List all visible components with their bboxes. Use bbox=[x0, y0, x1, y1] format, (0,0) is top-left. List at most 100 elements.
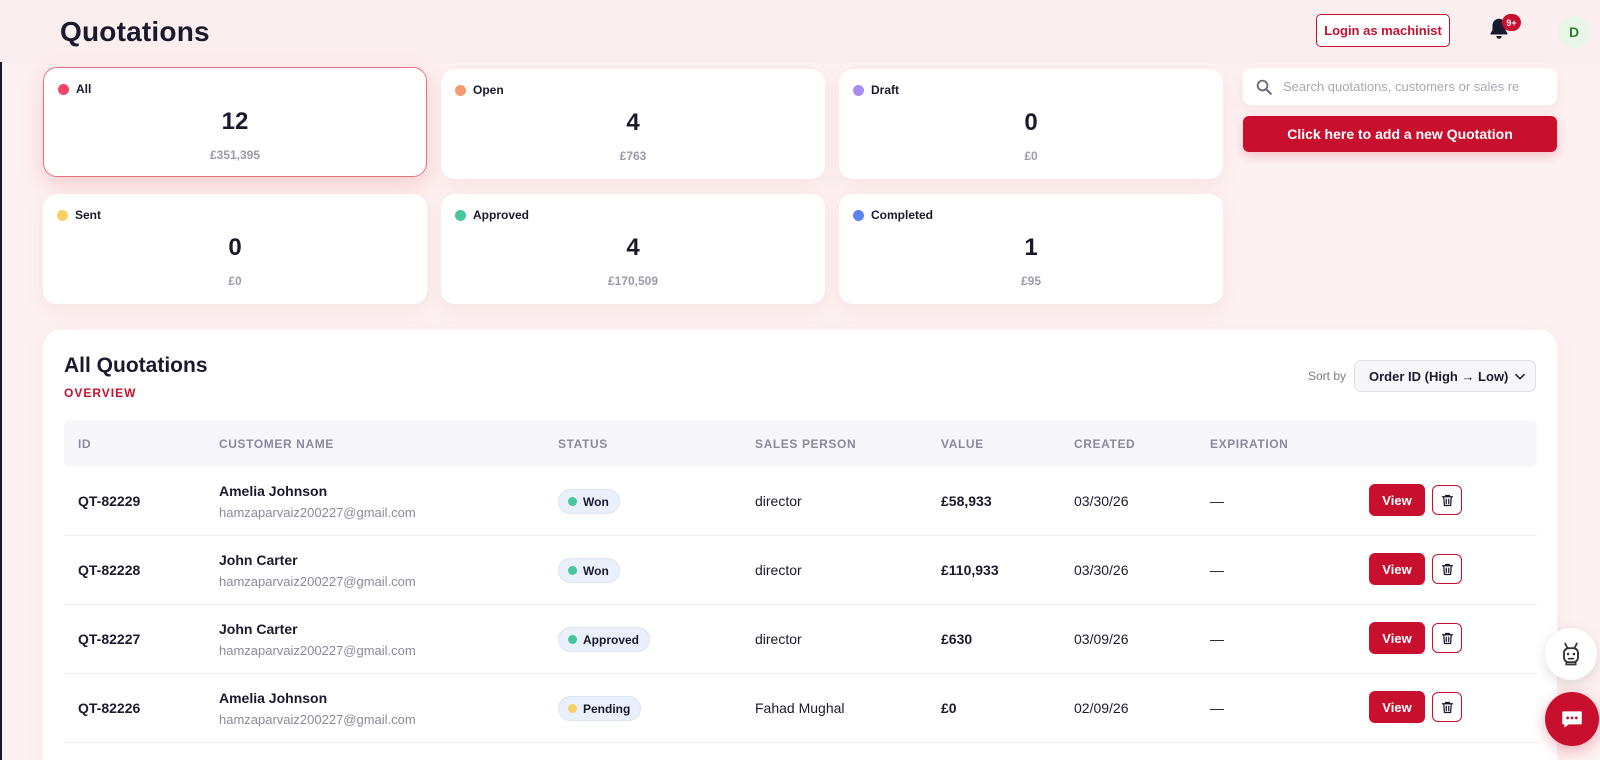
expiration-date: — bbox=[1210, 493, 1224, 509]
stat-card-completed[interactable]: Completed 1 £95 bbox=[839, 194, 1223, 304]
status-badge: Pending bbox=[558, 696, 642, 721]
customer-email: hamzaparvaiz200227@gmail.com bbox=[219, 574, 416, 589]
stat-card-all[interactable]: All 12 £351,395 bbox=[43, 67, 427, 177]
delete-button[interactable] bbox=[1432, 554, 1462, 584]
view-button[interactable]: View bbox=[1369, 691, 1425, 723]
customer-name: Amelia Johnson bbox=[219, 483, 328, 499]
table-row: QT-82229 Amelia Johnson hamzaparvaiz2002… bbox=[64, 467, 1537, 536]
notifications-button[interactable]: 9+ bbox=[1486, 14, 1521, 46]
stat-label: Open bbox=[473, 83, 504, 97]
view-button[interactable]: View bbox=[1369, 553, 1425, 585]
column-header-created: CREATED bbox=[1074, 437, 1136, 451]
status-badge: Won bbox=[558, 489, 620, 514]
delete-button[interactable] bbox=[1432, 485, 1462, 515]
status-dot bbox=[568, 704, 577, 713]
status-text: Approved bbox=[583, 632, 640, 647]
window-edge bbox=[0, 0, 2, 760]
column-header-sales-person: SALES PERSON bbox=[755, 437, 857, 451]
stat-label: Sent bbox=[75, 208, 102, 222]
login-as-machinist-button[interactable]: Login as machinist bbox=[1316, 14, 1450, 47]
customer-name: John Carter bbox=[219, 552, 298, 568]
table-row: QT-82226 Amelia Johnson hamzaparvaiz2002… bbox=[64, 674, 1537, 743]
created-date: 02/09/26 bbox=[1074, 700, 1129, 716]
view-button[interactable]: View bbox=[1369, 484, 1425, 516]
page-title: Quotations bbox=[60, 16, 210, 47]
stat-label: Completed bbox=[871, 208, 934, 222]
customer-name: Amelia Johnson bbox=[219, 690, 328, 706]
stat-card-open[interactable]: Open 4 £763 bbox=[441, 69, 825, 179]
quotation-id: QT-82226 bbox=[78, 700, 141, 716]
sort-value: Order ID (High → Low) bbox=[1369, 368, 1509, 384]
quotations-panel: All Quotations OVERVIEW Sort by Order ID… bbox=[43, 330, 1557, 760]
sales-person: director bbox=[755, 562, 802, 578]
status-text: Won bbox=[583, 563, 609, 578]
expiration-date: — bbox=[1210, 631, 1224, 647]
status-dot bbox=[568, 497, 577, 506]
expiration-date: — bbox=[1210, 700, 1224, 716]
view-button[interactable]: View bbox=[1369, 622, 1425, 654]
status-badge: Approved bbox=[558, 627, 651, 652]
column-header-customer: CUSTOMER NAME bbox=[219, 437, 334, 451]
quotation-id: QT-82228 bbox=[78, 562, 141, 578]
quotation-value: £110,933 bbox=[941, 562, 999, 578]
sort-label: Sort by bbox=[1308, 369, 1347, 383]
customer-email: hamzaparvaiz200227@gmail.com bbox=[219, 505, 416, 520]
trash-icon bbox=[1441, 632, 1453, 644]
quotation-value: £630 bbox=[941, 631, 973, 647]
stat-card-draft[interactable]: Draft 0 £0 bbox=[839, 69, 1223, 179]
stat-value: £351,395 bbox=[209, 148, 261, 162]
trash-icon bbox=[1441, 563, 1453, 575]
add-new-quotation-button[interactable]: Click here to add a new Quotation bbox=[1243, 116, 1557, 152]
chat-button[interactable] bbox=[1545, 692, 1599, 746]
expiration-date: — bbox=[1210, 562, 1224, 578]
table-row: QT-82228 John Carter hamzaparvaiz200227@… bbox=[64, 536, 1537, 605]
created-date: 03/09/26 bbox=[1074, 631, 1129, 647]
created-date: 03/30/26 bbox=[1074, 562, 1129, 578]
column-header-status: STATUS bbox=[558, 437, 608, 451]
stat-count: 4 bbox=[626, 109, 640, 136]
stat-count: 0 bbox=[228, 234, 242, 261]
assistant-bot-button[interactable] bbox=[1545, 628, 1597, 680]
table-header: ID CUSTOMER NAME STATUS SALES PERSON VAL… bbox=[64, 420, 1537, 467]
status-dot bbox=[455, 84, 466, 96]
column-header-id: ID bbox=[78, 437, 92, 451]
quotation-value: £0 bbox=[941, 700, 957, 716]
status-dot bbox=[568, 635, 577, 644]
quotation-value: £58,933 bbox=[941, 493, 992, 509]
stat-card-sent[interactable]: Sent 0 £0 bbox=[43, 194, 427, 304]
status-dot bbox=[568, 566, 577, 575]
search-box bbox=[1243, 68, 1557, 105]
stat-count: 4 bbox=[626, 234, 640, 261]
stat-value: £0 bbox=[1024, 149, 1038, 163]
quotation-id: QT-82229 bbox=[78, 493, 141, 509]
status-text: Won bbox=[583, 494, 609, 509]
sort-select[interactable]: Order ID (High → Low) bbox=[1354, 360, 1536, 392]
status-text: Pending bbox=[583, 701, 631, 716]
sales-person: director bbox=[755, 493, 802, 509]
quotations-table: ID CUSTOMER NAME STATUS SALES PERSON VAL… bbox=[64, 420, 1537, 743]
notifications-badge: 9+ bbox=[1502, 14, 1521, 31]
quotation-id: QT-82227 bbox=[78, 631, 141, 647]
panel-subtitle: OVERVIEW bbox=[64, 386, 137, 400]
sales-person: director bbox=[755, 631, 802, 647]
customer-email: hamzaparvaiz200227@gmail.com bbox=[219, 712, 416, 727]
search-input[interactable] bbox=[1283, 79, 1533, 94]
trash-icon bbox=[1441, 701, 1453, 713]
chevron-down-icon bbox=[1515, 373, 1525, 380]
stat-label: All bbox=[76, 82, 92, 96]
status-dot bbox=[853, 84, 864, 96]
stat-value: £170,509 bbox=[607, 274, 659, 288]
column-header-value: VALUE bbox=[941, 437, 984, 451]
stat-count: 0 bbox=[1024, 109, 1038, 136]
delete-button[interactable] bbox=[1432, 623, 1462, 653]
status-dot bbox=[455, 209, 466, 221]
stat-card-approved[interactable]: Approved 4 £170,509 bbox=[441, 194, 825, 304]
status-badge: Won bbox=[558, 558, 620, 583]
user-avatar[interactable]: D bbox=[1558, 16, 1590, 48]
status-dot bbox=[57, 209, 68, 221]
stat-count: 1 bbox=[1024, 234, 1038, 261]
stat-label: Approved bbox=[473, 208, 530, 222]
trash-icon bbox=[1441, 494, 1453, 506]
table-row: QT-82227 John Carter hamzaparvaiz200227@… bbox=[64, 605, 1537, 674]
delete-button[interactable] bbox=[1432, 692, 1462, 722]
